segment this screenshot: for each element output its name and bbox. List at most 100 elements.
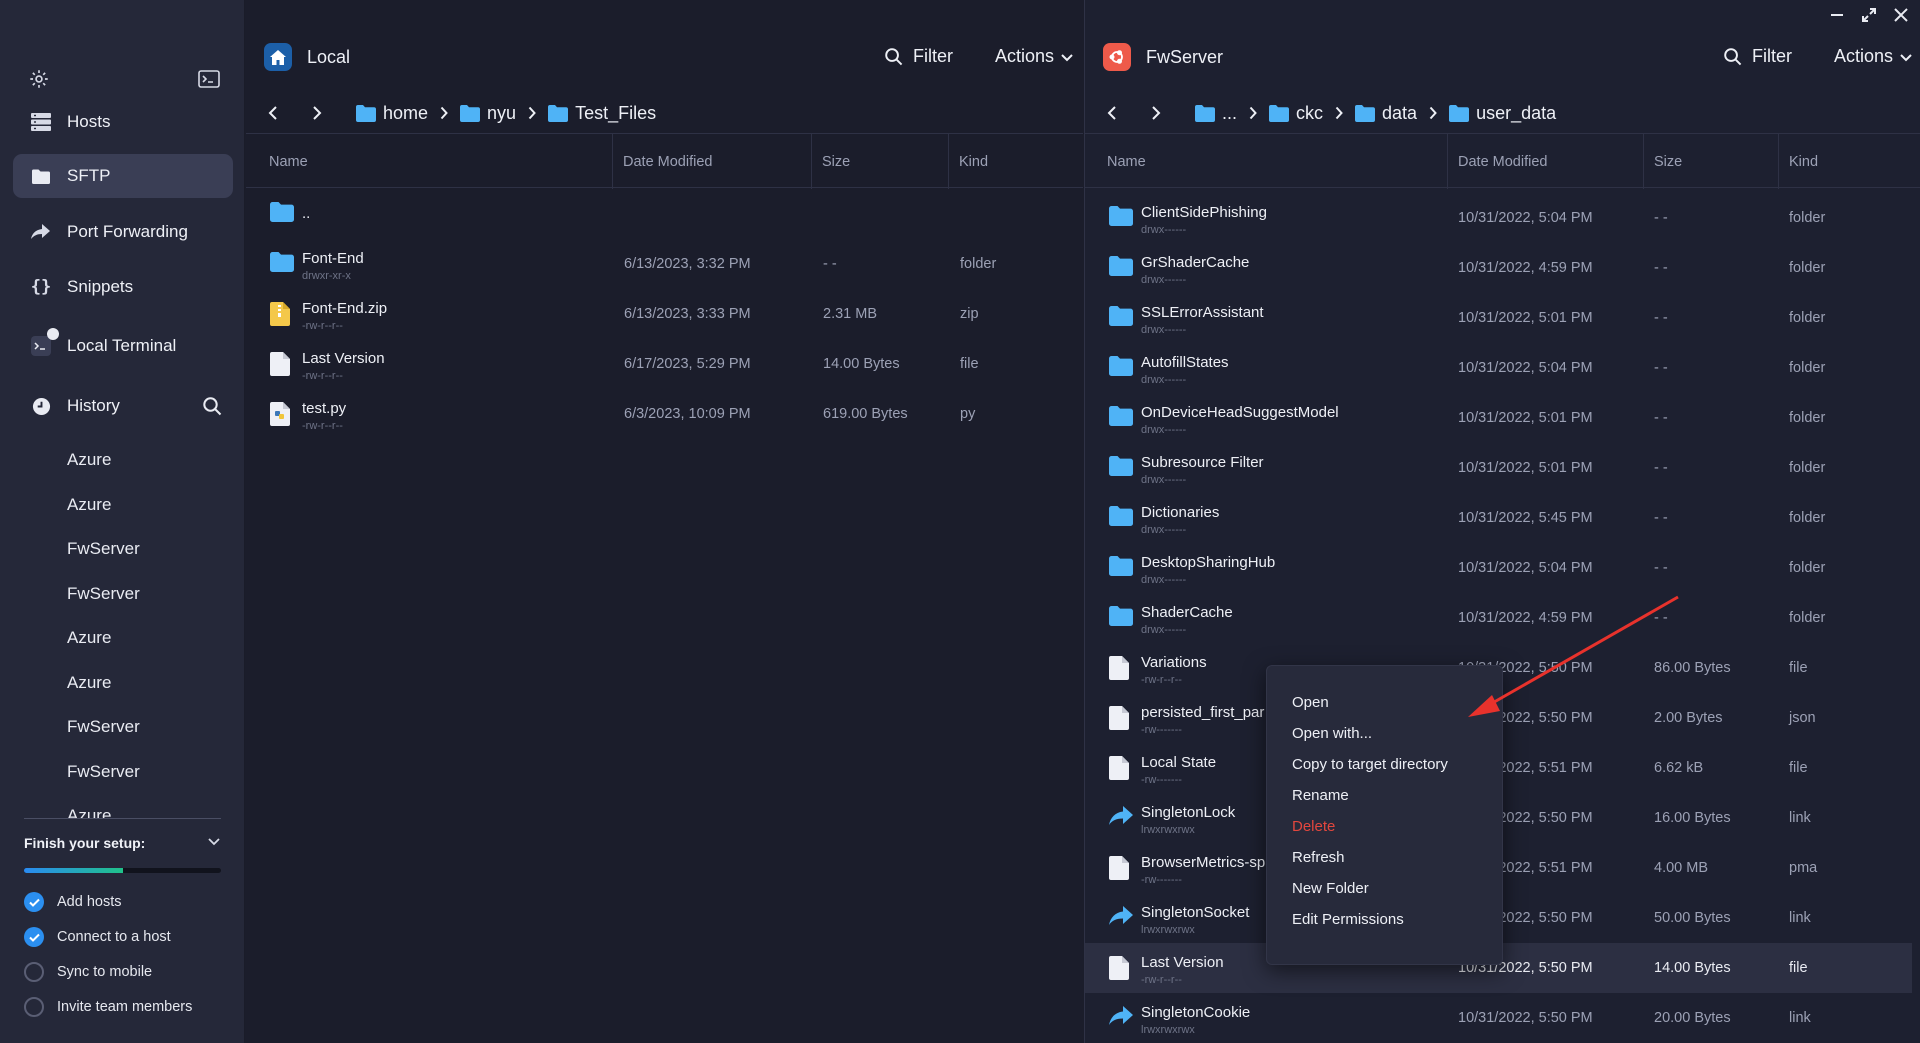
- col-kind[interactable]: Kind: [948, 134, 988, 189]
- file-kind: link: [1789, 810, 1811, 826]
- terminal-toggle-icon[interactable]: [198, 70, 220, 93]
- file-kind: file: [960, 356, 979, 372]
- history-item[interactable]: Azure: [67, 673, 111, 693]
- ctx-edit-permissions[interactable]: Edit Permissions: [1292, 911, 1404, 928]
- back-chevron-icon[interactable]: [1107, 105, 1123, 121]
- col-size[interactable]: Size: [811, 134, 850, 189]
- settings-gear-icon[interactable]: [28, 68, 50, 95]
- folder-icon: [1355, 104, 1376, 122]
- file-date: 6/3/2023, 10:09 PM: [624, 406, 751, 422]
- snippets-braces-icon: {}: [30, 277, 52, 297]
- nav-local-terminal[interactable]: Local Terminal: [13, 324, 233, 368]
- search-icon: [885, 48, 903, 66]
- file-name: Font-End.zip: [302, 300, 388, 317]
- history-item[interactable]: FwServer: [67, 717, 140, 737]
- restore-icon[interactable]: [1862, 8, 1876, 27]
- check-empty-icon: [24, 962, 44, 982]
- history-item[interactable]: Azure: [67, 628, 111, 648]
- ctx-copy-to-target[interactable]: Copy to target directory: [1292, 756, 1448, 773]
- setup-title: Finish your setup:: [24, 835, 146, 851]
- file-size: 16.00 Bytes: [1654, 810, 1731, 826]
- table-row[interactable]: DesktopSharingHub drwx------ 10/31/2022, 5…: [1085, 543, 1920, 593]
- history-item[interactable]: FwServer: [67, 584, 140, 604]
- table-row[interactable]: test.py -rw-r--r-- 6/3/2023, 10:09 PM 619.0…: [246, 389, 1083, 439]
- ctx-new-folder[interactable]: New Folder: [1292, 880, 1369, 897]
- folder-icon: [1109, 406, 1133, 431]
- setup-item-add-hosts[interactable]: Add hosts: [24, 892, 122, 912]
- ctx-refresh[interactable]: Refresh: [1292, 849, 1345, 866]
- crumb-ellipsis[interactable]: ...: [1195, 103, 1237, 124]
- file-kind: py: [960, 406, 976, 422]
- minimize-icon[interactable]: [1830, 8, 1844, 27]
- remote-actions-button[interactable]: Actions: [1834, 46, 1913, 67]
- local-actions-label: Actions: [995, 46, 1055, 66]
- table-row[interactable]: ClientSidePhishing drwx------ 10/31/2022, …: [1085, 193, 1920, 243]
- ctx-open-with[interactable]: Open with...: [1292, 725, 1372, 742]
- link-icon: [1109, 1006, 1133, 1031]
- col-size[interactable]: Size: [1643, 134, 1682, 189]
- folder-icon: [1109, 306, 1133, 331]
- remote-filter-button[interactable]: Filter: [1723, 46, 1792, 67]
- link-icon: [1109, 906, 1133, 931]
- col-date[interactable]: Date Modified: [612, 134, 712, 189]
- local-filter-button[interactable]: Filter: [884, 46, 953, 67]
- setup-progress-bar: [24, 868, 221, 873]
- table-row[interactable]: Subresource Filter drwx------ 10/31/2022, …: [1085, 443, 1920, 493]
- table-row[interactable]: SingletonCookie lrwxrwxrwx 10/31/2022, 5:5…: [1085, 993, 1920, 1043]
- file-size: 2.31 MB: [823, 306, 877, 322]
- folder-icon: [460, 104, 481, 122]
- nav-snippets[interactable]: {} Snippets: [13, 265, 233, 309]
- table-row[interactable]: Font-End.zip -rw-r--r-- 6/13/2023, 3:33 PM…: [246, 289, 1083, 339]
- file-name: BrowserMetrics-sp: [1141, 854, 1266, 871]
- nav-sftp[interactable]: SFTP: [13, 154, 233, 198]
- table-row[interactable]: Dictionaries drwx------ 10/31/2022, 5:45 P…: [1085, 493, 1920, 543]
- file-name: ClientSidePhishing: [1141, 204, 1267, 221]
- col-name[interactable]: Name: [1097, 134, 1146, 189]
- crumb-home[interactable]: home: [356, 103, 428, 124]
- close-icon[interactable]: [1894, 8, 1908, 27]
- forward-chevron-icon[interactable]: [1151, 105, 1167, 121]
- file-kind: json: [1789, 710, 1816, 726]
- col-date[interactable]: Date Modified: [1447, 134, 1547, 189]
- nav-port-forwarding[interactable]: Port Forwarding: [13, 210, 233, 254]
- ctx-delete[interactable]: Delete: [1292, 818, 1335, 835]
- table-row[interactable]: AutofillStates drwx------ 10/31/2022, 5:04…: [1085, 343, 1920, 393]
- table-row[interactable]: SSLErrorAssistant drwx------ 10/31/2022, 5…: [1085, 293, 1920, 343]
- file-icon: [1109, 956, 1129, 985]
- crumb-ckc[interactable]: ckc: [1269, 103, 1323, 124]
- history-item[interactable]: FwServer: [67, 762, 140, 782]
- crumb-nyu[interactable]: nyu: [460, 103, 516, 124]
- crumb-user-data[interactable]: user_data: [1449, 103, 1556, 124]
- setup-item-connect-host[interactable]: Connect to a host: [24, 927, 171, 947]
- setup-item-sync-mobile[interactable]: Sync to mobile: [24, 962, 152, 982]
- file-permissions: drwx------: [1141, 474, 1187, 486]
- file-date: 10/31/2022, 5:04 PM: [1458, 360, 1593, 376]
- history-search-icon[interactable]: [202, 396, 222, 421]
- file-permissions: drwx------: [1141, 324, 1187, 336]
- table-row[interactable]: Font-End drwxr-xr-x 6/13/2023, 3:32 PM - - f…: [246, 239, 1083, 289]
- forward-chevron-icon[interactable]: [312, 105, 328, 121]
- notification-dot: [47, 328, 59, 340]
- file-date: 10/31/2022, 4:59 PM: [1458, 260, 1593, 276]
- back-chevron-icon[interactable]: [268, 105, 284, 121]
- col-name[interactable]: Name: [259, 134, 308, 189]
- local-actions-button[interactable]: Actions: [995, 46, 1074, 67]
- remote-column-header: Name Date Modified Size Kind: [1085, 133, 1920, 189]
- table-row[interactable]: Last Version -rw-r--r-- 6/17/2023, 5:29 PM…: [246, 339, 1083, 389]
- setup-item-invite-team[interactable]: Invite team members: [24, 997, 192, 1017]
- col-kind[interactable]: Kind: [1778, 134, 1818, 189]
- history-item[interactable]: Azure: [67, 806, 111, 818]
- history-item[interactable]: Azure: [67, 450, 111, 470]
- crumb-test-files[interactable]: Test_Files: [548, 103, 656, 124]
- table-row[interactable]: ..: [246, 189, 1083, 239]
- history-item[interactable]: Azure: [67, 495, 111, 515]
- setup-collapse-chevron-icon[interactable]: [206, 833, 222, 854]
- table-row[interactable]: GrShaderCache drwx------ 10/31/2022, 4:59 …: [1085, 243, 1920, 293]
- table-row[interactable]: OnDeviceHeadSuggestModel drwx------ 10/31/…: [1085, 393, 1920, 443]
- nav-hosts[interactable]: Hosts: [13, 100, 233, 144]
- ctx-open[interactable]: Open: [1292, 694, 1329, 711]
- history-item[interactable]: FwServer: [67, 539, 140, 559]
- nav-history[interactable]: History: [13, 384, 193, 428]
- crumb-data[interactable]: data: [1355, 103, 1417, 124]
- ctx-rename[interactable]: Rename: [1292, 787, 1349, 804]
